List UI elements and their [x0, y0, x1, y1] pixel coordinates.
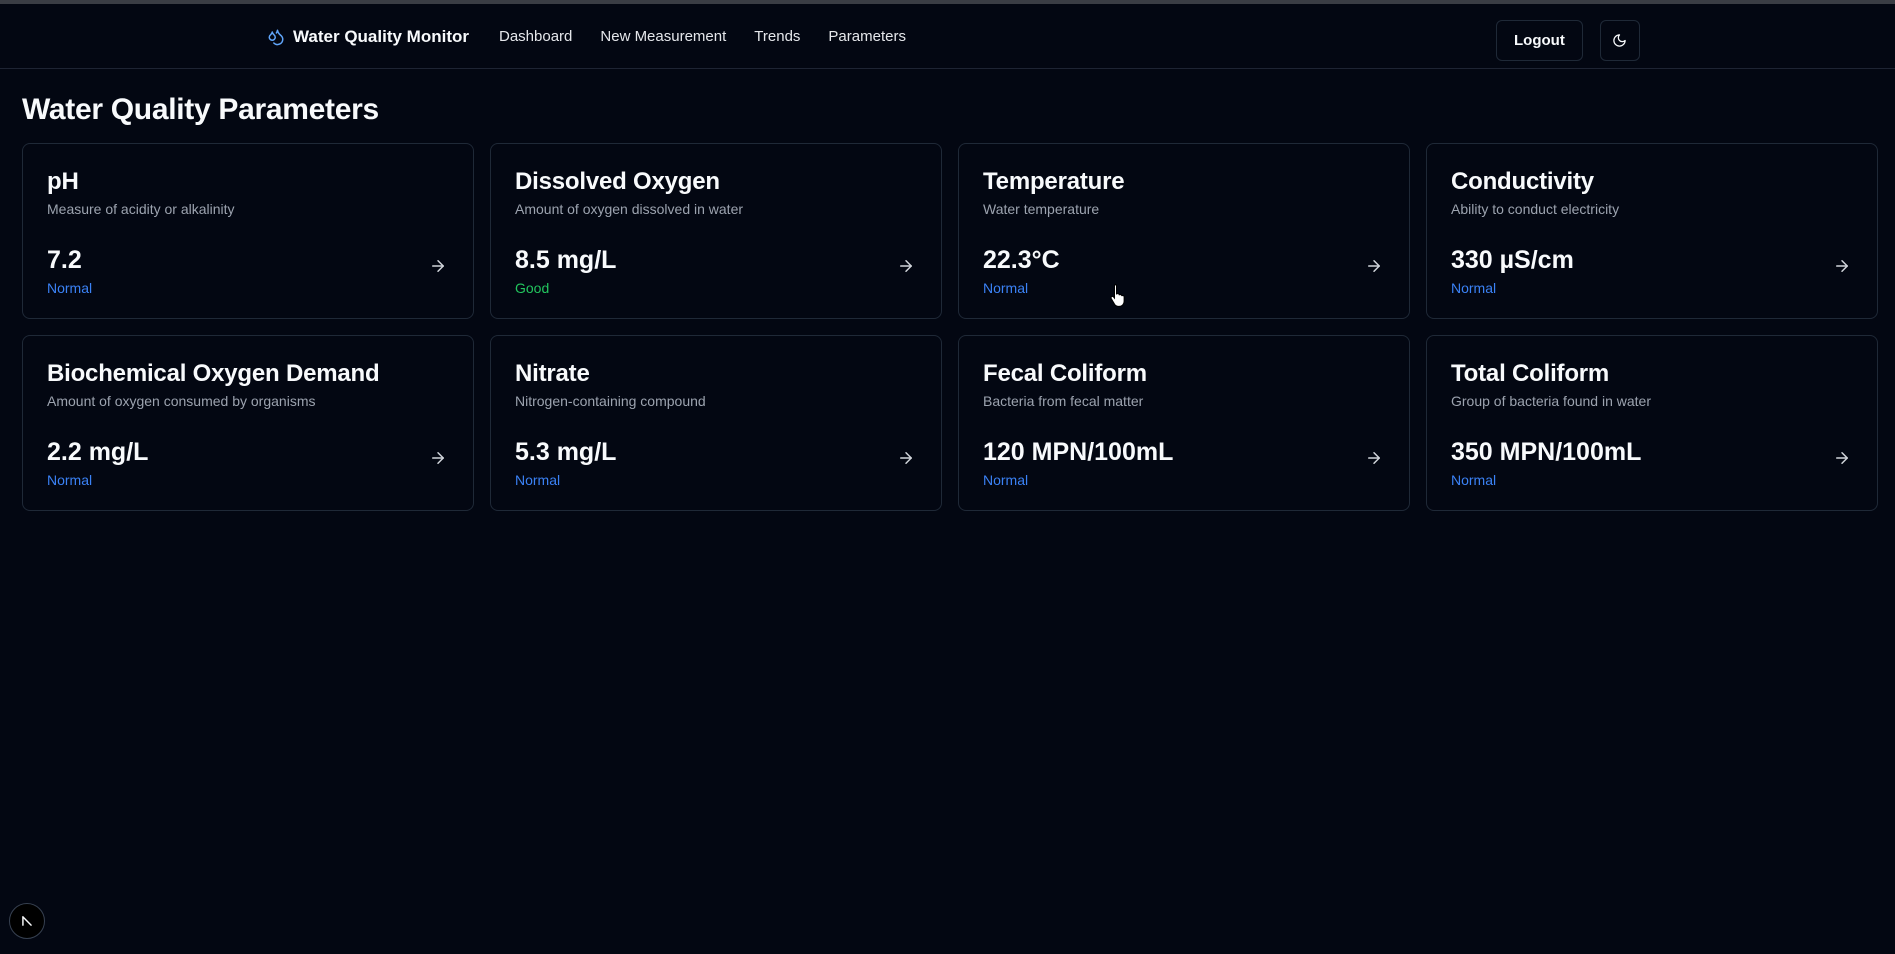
parameter-card-fecal-coliform[interactable]: Fecal Coliform Bacteria from fecal matter…: [958, 335, 1410, 511]
status-badge: Normal: [983, 280, 1029, 296]
parameter-value: 350 MPN/100mL: [1451, 438, 1642, 466]
arrow-right-icon[interactable]: [429, 257, 447, 275]
droplets-icon: [267, 28, 285, 46]
status-badge: Normal: [47, 472, 93, 488]
parameter-name: Total Coliform: [1451, 360, 1610, 387]
parameter-value: 8.5 mg/L: [515, 246, 617, 274]
parameter-description: Nitrogen-containing compound: [515, 393, 706, 409]
nav-trends[interactable]: Trends: [754, 28, 800, 45]
parameter-description: Bacteria from fecal matter: [983, 393, 1144, 409]
parameter-description: Measure of acidity or alkalinity: [47, 201, 235, 217]
arrow-right-icon[interactable]: [1365, 257, 1383, 275]
dev-tools-button[interactable]: [9, 903, 45, 939]
parameter-grid: pH Measure of acidity or alkalinity 7.2 Nor…: [22, 143, 1878, 511]
parameter-name: Dissolved Oxygen: [515, 168, 720, 195]
parameter-name: Conductivity: [1451, 168, 1594, 195]
parameter-description: Ability to conduct electricity: [1451, 201, 1620, 217]
arrow-right-icon[interactable]: [897, 449, 915, 467]
parameter-name: Temperature: [983, 168, 1125, 195]
app-title: Water Quality Monitor: [293, 26, 469, 46]
arrow-right-icon[interactable]: [1833, 257, 1851, 275]
parameter-name: Fecal Coliform: [983, 360, 1147, 387]
status-badge: Normal: [1451, 472, 1497, 488]
parameter-value: 22.3°C: [983, 246, 1060, 274]
parameter-card-biochemical-oxygen-demand[interactable]: Biochemical Oxygen Demand Amount of oxyge…: [22, 335, 474, 511]
parameter-value: 330 µS/cm: [1451, 246, 1574, 274]
parameter-description: Amount of oxygen dissolved in water: [515, 201, 744, 217]
parameter-card-conductivity[interactable]: Conductivity Ability to conduct electrici…: [1426, 143, 1878, 319]
status-badge: Normal: [983, 472, 1029, 488]
mouse-cursor-icon: [1110, 284, 1125, 307]
arrow-up-left-icon: [20, 914, 34, 928]
parameter-description: Group of bacteria found in water: [1451, 393, 1652, 409]
header-actions: Logout: [1496, 20, 1640, 61]
parameter-value: 2.2 mg/L: [47, 438, 149, 466]
parameter-card-temperature[interactable]: Temperature Water temperature 22.3°C Normal: [958, 143, 1410, 319]
nav-new-measurement[interactable]: New Measurement: [600, 28, 726, 45]
parameter-description: Water temperature: [983, 201, 1100, 217]
brand[interactable]: Water Quality Monitor: [267, 4, 469, 69]
parameter-name: Nitrate: [515, 360, 590, 387]
status-badge: Normal: [47, 280, 93, 296]
parameter-card-ph[interactable]: pH Measure of acidity or alkalinity 7.2 Nor…: [22, 143, 474, 319]
arrow-right-icon[interactable]: [1365, 449, 1383, 467]
status-badge: Normal: [515, 472, 561, 488]
logout-button[interactable]: Logout: [1496, 20, 1583, 61]
status-badge: Good: [515, 280, 550, 296]
status-badge: Normal: [1451, 280, 1497, 296]
parameter-value: 7.2: [47, 246, 82, 274]
parameter-card-dissolved-oxygen[interactable]: Dissolved Oxygen Amount of oxygen dissolv…: [490, 143, 942, 319]
theme-toggle-button[interactable]: [1599, 20, 1640, 61]
parameter-description: Amount of oxygen consumed by organisms: [47, 393, 316, 409]
parameter-value: 5.3 mg/L: [515, 438, 617, 466]
parameter-card-total-coliform[interactable]: Total Coliform Group of bacteria found in…: [1426, 335, 1878, 511]
page-title: Water Quality Parameters: [22, 93, 379, 126]
parameter-name: Biochemical Oxygen Demand: [47, 360, 380, 387]
main-content: Water Quality Parameters pH Measure of ac…: [0, 69, 1895, 511]
parameter-value: 120 MPN/100mL: [983, 438, 1174, 466]
app-header: Water Quality Monitor Dashboard New Meas…: [0, 4, 1895, 69]
nav-parameters[interactable]: Parameters: [828, 28, 906, 45]
main-nav: Dashboard New Measurement Trends Paramet…: [499, 4, 906, 69]
parameter-name: pH: [47, 168, 79, 195]
nav-dashboard[interactable]: Dashboard: [499, 28, 572, 45]
moon-icon: [1612, 33, 1627, 48]
arrow-right-icon[interactable]: [897, 257, 915, 275]
parameter-card-nitrate[interactable]: Nitrate Nitrogen-containing compound 5.3 m…: [490, 335, 942, 511]
arrow-right-icon[interactable]: [429, 449, 447, 467]
arrow-right-icon[interactable]: [1833, 449, 1851, 467]
